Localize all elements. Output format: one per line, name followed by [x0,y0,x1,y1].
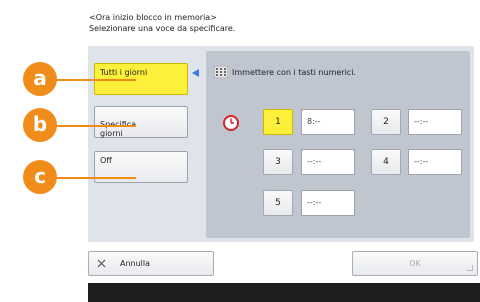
day-2-time-field[interactable]: --:-- [408,109,462,135]
clock-icon [223,115,239,131]
day-3-button[interactable]: 3 [263,149,293,175]
cancel-label: Annulla [120,259,151,268]
day-4-button[interactable]: 4 [371,149,401,175]
callout-a-badge: a [23,62,57,96]
header-title: <Ora inizio blocco in memoria> [89,13,217,22]
instruction: Immettere con i tasti numerici. [214,66,356,78]
close-icon [97,259,106,268]
callout-b-badge: b [23,108,57,142]
day-1-button[interactable]: 1 [263,109,293,135]
keypad-icon [214,66,228,78]
header-subtitle: Selezionare una voce da specificare. [89,24,236,33]
screen-header: <Ora inizio blocco in memoria> Seleziona… [89,12,235,34]
day-5-button[interactable]: 5 [263,190,293,216]
option-every-day-label: Tutti i giorni [100,68,148,77]
option-specify-days-button[interactable]: Specifica giorni [94,106,188,138]
day-2-button[interactable]: 2 [371,109,401,135]
cancel-button[interactable]: Annulla [88,251,214,276]
ok-label: OK [409,259,421,268]
corner-mark-icon [467,265,473,271]
option-specify-days-label: Specifica giorni [100,120,136,138]
day-4-time-field[interactable]: --:-- [408,149,462,175]
day-1-time-field[interactable]: 8:-- [301,109,355,135]
status-bar [88,283,480,302]
instruction-text: Immettere con i tasti numerici. [232,67,356,77]
day-3-time-field[interactable]: --:-- [301,149,355,175]
ok-button[interactable]: OK [352,251,478,276]
selection-arrow-icon [192,69,199,77]
option-off-label: Off [100,156,112,165]
day-5-time-field[interactable]: --:-- [301,190,355,216]
callout-c-badge: c [23,160,57,194]
